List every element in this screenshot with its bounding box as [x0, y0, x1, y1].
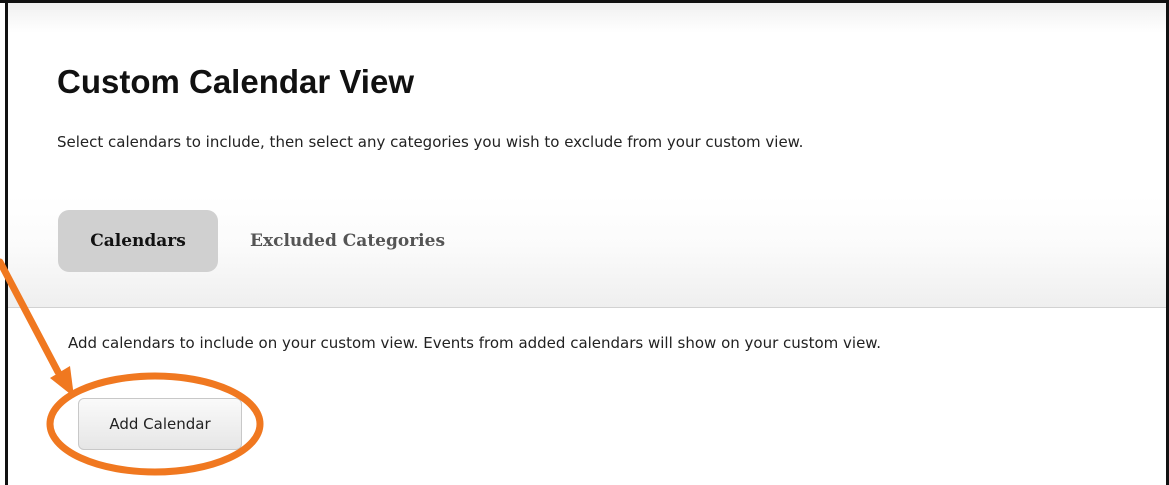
header-shade [8, 3, 1166, 33]
calendars-instructions: Add calendars to include on your custom … [68, 334, 881, 352]
add-calendar-button[interactable]: Add Calendar [78, 398, 242, 450]
tab-excluded-categories[interactable]: Excluded Categories [250, 210, 445, 272]
page-description: Select calendars to include, then select… [57, 133, 804, 151]
page-title: Custom Calendar View [57, 63, 414, 100]
tab-calendars[interactable]: Calendars [58, 210, 218, 272]
annotation-arrow-head [50, 366, 74, 397]
